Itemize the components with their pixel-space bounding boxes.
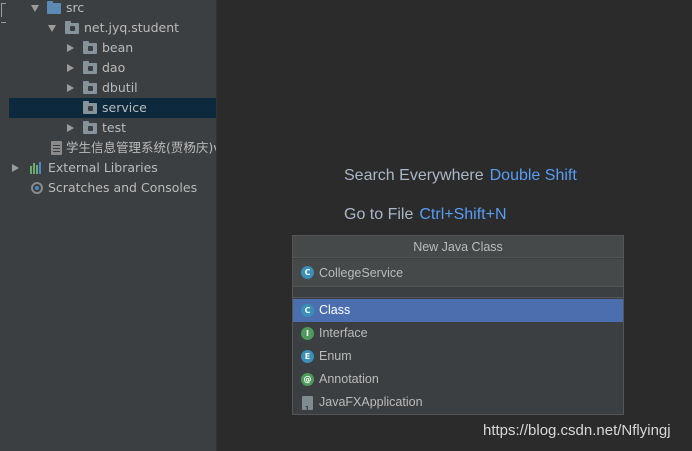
kind-option-class[interactable]: C Class bbox=[293, 299, 623, 322]
tree-item-label: Scratches and Consoles bbox=[48, 180, 198, 195]
expand-arrow-icon[interactable] bbox=[12, 164, 19, 172]
left-tool-strip[interactable] bbox=[0, 0, 9, 451]
kind-option-enum[interactable]: E Enum bbox=[293, 345, 623, 368]
tree-item-label: bean bbox=[102, 40, 134, 55]
package-icon bbox=[65, 21, 79, 34]
kind-label: Interface bbox=[319, 326, 368, 340]
expand-arrow-icon[interactable] bbox=[67, 44, 74, 52]
tree-item-label: service bbox=[102, 100, 147, 115]
expand-arrow-icon[interactable] bbox=[67, 64, 74, 72]
library-icon bbox=[30, 162, 44, 174]
class-icon: C bbox=[301, 304, 314, 317]
hint-label: Go to File bbox=[344, 206, 414, 223]
annotation-icon: @ bbox=[301, 373, 314, 386]
class-icon: C bbox=[301, 266, 314, 279]
enum-icon: E bbox=[301, 350, 314, 363]
module-file-icon bbox=[51, 141, 62, 155]
tree-item-dao[interactable]: dao bbox=[9, 58, 216, 78]
javafx-icon bbox=[302, 396, 313, 421]
new-java-class-dialog: New Java Class C C Class I Interface E E… bbox=[292, 235, 624, 421]
hint-label: Search Everywhere bbox=[344, 167, 484, 184]
expand-arrow-icon[interactable] bbox=[67, 124, 74, 132]
kind-label: Class bbox=[319, 303, 351, 317]
expand-arrow-icon[interactable] bbox=[67, 84, 74, 92]
tree-item-package[interactable]: net.jyq.student bbox=[9, 18, 216, 38]
hint-shortcut: Double Shift bbox=[489, 167, 577, 184]
package-icon bbox=[83, 41, 97, 54]
watermark: https://blog.csdn.net/Nflyingj bbox=[483, 422, 671, 439]
scratches-icon bbox=[31, 182, 43, 194]
tool-window-icon bbox=[1, 3, 6, 17]
hint-go-to-file: Go to File Ctrl+Shift+N bbox=[344, 206, 507, 224]
tree-item-label: dbutil bbox=[102, 80, 138, 95]
class-name-input[interactable] bbox=[319, 263, 615, 283]
tree-item-label: 学生信息管理系统(贾杨庆)v1 bbox=[66, 140, 216, 155]
source-folder-icon bbox=[47, 1, 61, 14]
kind-option-interface[interactable]: I Interface bbox=[293, 322, 623, 345]
kind-label: Enum bbox=[319, 349, 352, 363]
tree-item-scratches[interactable]: Scratches and Consoles bbox=[9, 178, 216, 198]
kind-label: JavaFXApplication bbox=[319, 395, 423, 409]
tree-item-label: net.jyq.student bbox=[84, 20, 180, 35]
tree-item-bean[interactable]: bean bbox=[9, 38, 216, 58]
collapse-arrow-icon[interactable] bbox=[31, 5, 39, 12]
kind-option-annotation[interactable]: @ Annotation bbox=[293, 368, 623, 391]
class-name-field[interactable]: C bbox=[293, 259, 623, 287]
dialog-title: New Java Class bbox=[293, 236, 623, 258]
collapse-arrow-icon[interactable] bbox=[48, 25, 56, 32]
dialog-separator bbox=[293, 288, 623, 298]
project-tree: src net.jyq.student bean dao dbutil serv… bbox=[9, 0, 216, 451]
tree-item-label: dao bbox=[102, 60, 126, 75]
tree-item-label: test bbox=[102, 120, 127, 135]
tree-item-external-libraries[interactable]: External Libraries bbox=[9, 158, 216, 178]
tree-item-label: src bbox=[66, 0, 85, 15]
hint-search-everywhere: Search Everywhere Double Shift bbox=[344, 167, 577, 185]
tree-item-test[interactable]: test bbox=[9, 118, 216, 138]
tool-window-divider bbox=[1, 22, 6, 23]
tree-item-src[interactable]: src bbox=[9, 0, 216, 18]
tree-item-module-file[interactable]: 学生信息管理系统(贾杨庆)v1 bbox=[9, 138, 216, 158]
tree-item-service[interactable]: service bbox=[9, 98, 216, 118]
hint-shortcut: Ctrl+Shift+N bbox=[419, 206, 507, 223]
kind-option-javafx[interactable]: JavaFXApplication bbox=[293, 391, 623, 421]
tree-item-dbutil[interactable]: dbutil bbox=[9, 78, 216, 98]
package-icon bbox=[83, 121, 97, 134]
package-icon bbox=[83, 61, 97, 74]
kind-label: Annotation bbox=[319, 372, 379, 386]
package-icon bbox=[83, 101, 97, 114]
tree-divider bbox=[216, 0, 217, 451]
tree-item-label: External Libraries bbox=[48, 160, 158, 175]
package-icon bbox=[83, 81, 97, 94]
interface-icon: I bbox=[301, 327, 314, 340]
